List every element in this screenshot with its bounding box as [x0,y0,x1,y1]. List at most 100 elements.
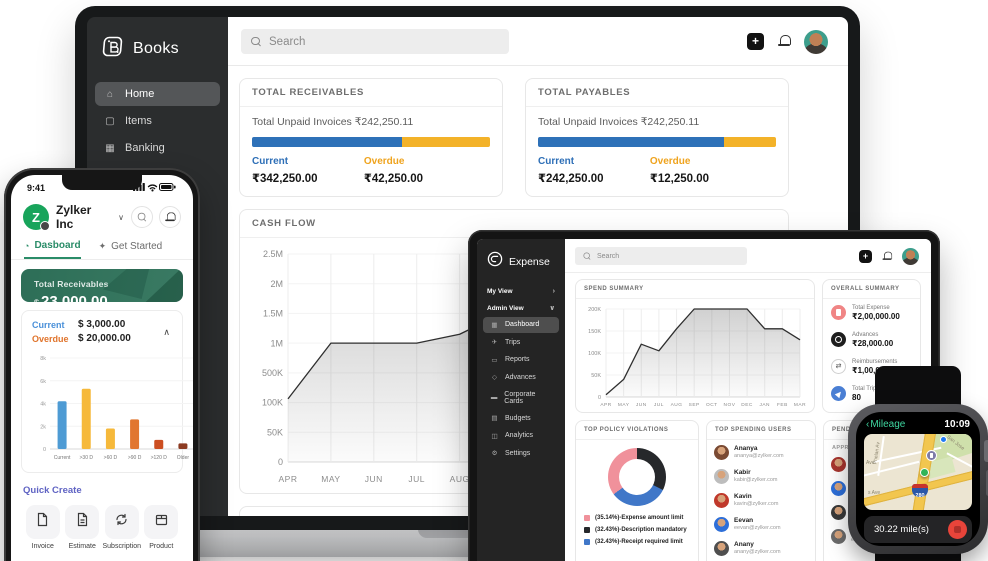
org-switch-chevron-icon[interactable]: ∨ [118,213,124,222]
list-item[interactable]: Anany anany@zylker.com [707,536,815,560]
sidebar-item-dashboard[interactable]: ▦ Dashboard [483,317,559,333]
svg-text:4k: 4k [40,402,46,408]
aging-overdue-label: Overdue [32,334,78,344]
list-item[interactable]: Kavin kavin@zylker.com [707,488,815,512]
receivables-subtitle: Total Unpaid Invoices ₹242,250.11 [252,116,490,128]
svg-text:2.5M: 2.5M [263,249,283,259]
chevron-down-icon: ∨ [549,304,555,312]
list-item[interactable]: Kabir kabir@zylker.com [707,464,815,488]
receivables-overdue-label: Overdue [364,156,476,167]
sidebar-item-trips[interactable]: ✈ Trips [483,334,559,350]
sidebar-item-budgets[interactable]: ▤ Budgets [483,410,559,426]
sidebar-item-corporate-cards[interactable]: ▬ Corporate Cards [483,387,559,409]
quick-create-title: Quick Create [23,485,181,496]
sidebar-item-settings[interactable]: ⚙ Settings [483,445,559,461]
phone-search-button[interactable] [131,206,153,228]
collapse-chevron-icon[interactable]: ∧ [163,327,170,338]
aging-card: Current $ 3,000.00 Overdue $ 20,000.00 ∧… [21,310,183,473]
sidebar-item-analytics[interactable]: ◫ Analytics [483,428,559,444]
svg-text:>90 D: >90 D [128,455,142,461]
distance-bar: 30.22 mile(s) [864,516,972,543]
sidebar-item-reports[interactable]: ▭ Reports [483,352,559,368]
user-avatar[interactable] [804,30,828,54]
payables-title: TOTAL PAYABLES [526,79,788,107]
subscription-icon [114,512,129,532]
org-name[interactable]: Zylker Inc [56,203,111,231]
quick-create-estimate[interactable]: Estimate [63,505,103,550]
street-label: s Ave [868,490,880,496]
books-topbar: Search + [228,17,848,66]
svg-text:100K: 100K [262,398,283,408]
payables-current-segment [538,137,724,147]
svg-text:OCT: OCT [706,402,718,408]
org-logo[interactable]: Z [23,204,49,230]
quick-create-subscription[interactable]: Subscription [102,505,142,550]
svg-text:8k: 8k [40,356,46,362]
spend-summary-card: SPEND SUMMARY 050K100K150K200KAPRMAYJUNJ… [575,279,815,413]
payables-current-value: ₹242,250.00 [538,171,650,185]
quick-create-product[interactable]: Product [142,505,182,550]
quick-create-invoice[interactable]: Invoice [23,505,63,550]
sidebar-item-banking[interactable]: ▦ Banking [95,136,220,160]
overall-summary-title: OVERALL SUMMARY [823,280,920,299]
svg-text:2M: 2M [270,279,283,289]
admin-view-toggle[interactable]: Admin View ∨ [477,298,565,315]
svg-text:APR: APR [279,474,298,484]
notifications-icon[interactable] [883,251,892,261]
avatar [831,457,846,472]
avatar [714,493,729,508]
svg-text:0: 0 [278,457,283,467]
items-icon: ▢ [104,116,116,127]
receivables-progress-bar [252,137,490,147]
books-logo-icon [102,35,125,63]
payables-current-label: Current [538,156,650,167]
distance-value: 30.22 mile(s) [874,524,929,535]
watch-time: 10:09 [944,419,970,430]
phone-device: 9:41 [4,168,200,561]
notifications-icon[interactable] [778,35,790,48]
add-new-button[interactable]: + [859,250,872,263]
policy-donut-chart [608,448,666,506]
svg-text:50K: 50K [267,427,283,437]
list-item[interactable]: Eevan eevan@zylker.com [707,512,815,536]
top-spending-users-card: TOP SPENDING USERS Ananya ananya@zylker.… [706,420,816,561]
policy-title: TOP POLICY VIOLATIONS [576,421,698,440]
phone-notifications-button[interactable] [159,206,181,228]
watch-screen: ‹Mileage 10:09 Phelan Av Ave s Ave San J… [856,412,980,546]
search-input[interactable]: Search [575,247,747,265]
interstate-280-shield: 280 [912,484,928,497]
banking-icon: ▦ [104,143,116,154]
mileage-back-nav[interactable]: ‹Mileage [866,419,905,430]
sidebar-item-items[interactable]: ▢ Items [95,109,220,133]
add-new-button[interactable]: + [747,33,764,50]
analytics-icon: ◫ [490,432,499,440]
expense-topbar: Search + [565,239,931,273]
search-input[interactable]: Search [241,29,509,54]
expense-sidebar: Expense My View › Admin View ∨ ▦ Dashboa… [477,239,565,561]
phone-tabs: ◔ Dasboard ✦ Get Started [11,238,193,260]
legend-receipt-required: (32.43%)-Receipt required limit [576,536,698,548]
list-item[interactable]: Ananya ananya@zylker.com [707,440,815,464]
receivables-overdue-segment [402,137,490,147]
avatar [831,505,846,520]
banner-label: Total Receivables [34,279,170,289]
status-time: 9:41 [27,183,45,193]
tab-dashboard[interactable]: ◔ Dasboard [24,240,81,259]
expense-logo: Expense [477,249,565,282]
receivables-current-segment [252,137,402,147]
tab-get-started[interactable]: ✦ Get Started [99,240,163,259]
estimate-icon [75,512,90,532]
svg-text:1.5M: 1.5M [263,309,283,319]
sidebar-item-advances[interactable]: ◇ Advances [483,369,559,385]
stop-recording-button[interactable] [948,520,967,539]
svg-text:0: 0 [598,395,601,401]
policy-violations-card: TOP POLICY VIOLATIONS (35.14%)-Expense a… [575,420,699,561]
my-view-toggle[interactable]: My View › [477,282,565,298]
user-avatar[interactable] [902,248,919,265]
search-icon [251,37,261,47]
digital-crown[interactable] [984,440,988,462]
aging-current-label: Current [32,320,78,330]
sidebar-item-home[interactable]: ⌂ Home [95,82,220,106]
books-logo: Books [87,17,228,79]
svg-text:Older: Older [177,455,190,461]
